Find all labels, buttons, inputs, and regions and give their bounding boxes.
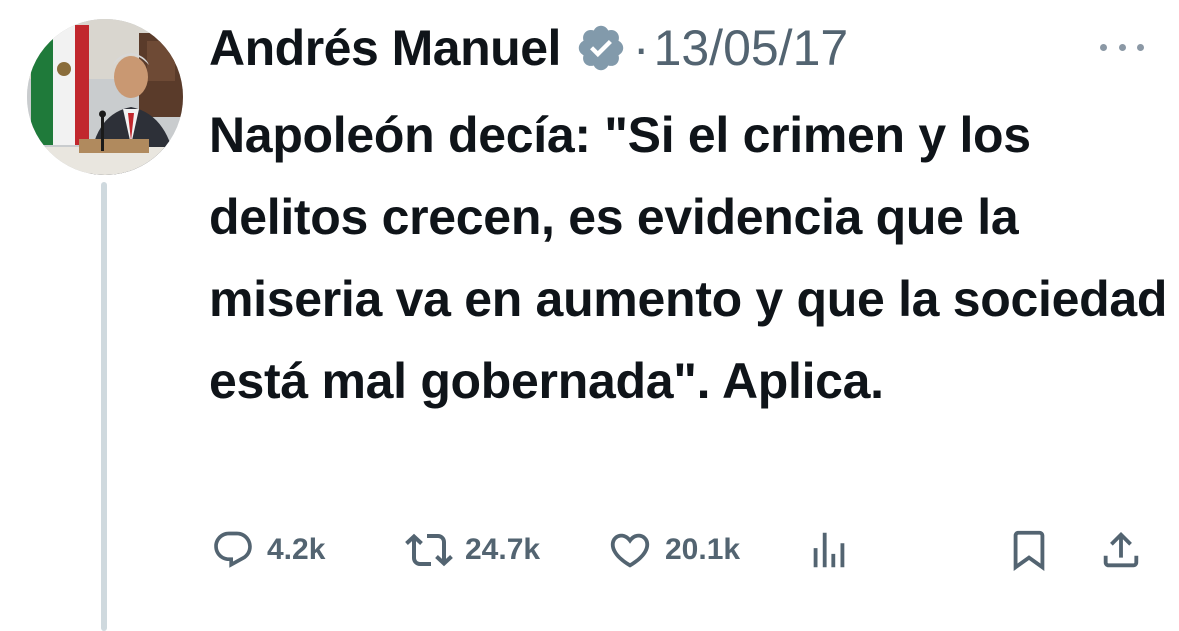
header-separator: ·: [632, 20, 650, 76]
more-icon[interactable]: [1100, 40, 1144, 54]
tweet-header: Andrés Manuel · 13/05/17: [209, 16, 848, 80]
author-name[interactable]: Andrés Manuel: [209, 19, 561, 77]
views-button[interactable]: [806, 522, 852, 578]
bookmark-button[interactable]: [1006, 522, 1052, 578]
like-count: 20.1k: [665, 533, 741, 566]
verified-badge-icon: [575, 22, 627, 74]
avatar[interactable]: [27, 19, 183, 175]
tweet-date[interactable]: 13/05/17: [654, 19, 849, 77]
like-button[interactable]: 20.1k: [607, 522, 740, 578]
share-icon: [1098, 527, 1144, 573]
tweet[interactable]: Andrés Manuel · 13/05/17 Napoleón decía:…: [0, 0, 1179, 631]
reply-button[interactable]: 4.2k: [211, 522, 325, 578]
heart-icon: [607, 527, 653, 573]
reply-count: 4.2k: [267, 533, 326, 566]
reply-icon: [211, 528, 255, 572]
more-dot: [1137, 43, 1144, 51]
views-icon: [806, 527, 852, 573]
repost-count: 24.7k: [465, 533, 541, 566]
avatar-image: [27, 19, 183, 175]
tweet-text: Napoleón decía: "Si el crimen y los deli…: [209, 107, 1168, 409]
repost-icon: [405, 526, 453, 574]
action-bar: 4.2k 24.7k 20.1k: [0, 522, 1179, 578]
share-button[interactable]: [1098, 522, 1144, 578]
more-dot: [1100, 43, 1107, 51]
repost-button[interactable]: 24.7k: [405, 522, 540, 578]
bookmark-icon: [1006, 527, 1052, 573]
more-dot: [1118, 43, 1126, 51]
